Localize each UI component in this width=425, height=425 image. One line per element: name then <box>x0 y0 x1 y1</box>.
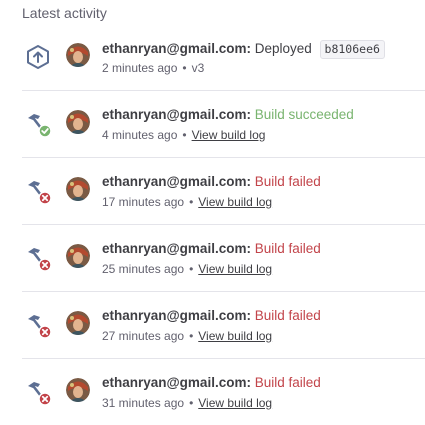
build-status: Build failed <box>254 308 321 323</box>
separator-dot: • <box>189 195 194 209</box>
build-status: Build failed <box>254 241 321 256</box>
avatar <box>66 43 90 67</box>
user-email: ethanryan@gmail.com: <box>102 308 251 323</box>
user-email: ethanryan@gmail.com: <box>102 174 251 189</box>
view-build-log-link[interactable]: View build log <box>198 262 272 276</box>
view-build-log-link[interactable]: View build log <box>192 128 266 142</box>
separator-dot: • <box>182 128 187 142</box>
activity-item: ethanryan@gmail.com: Build failed 31 min… <box>22 359 425 425</box>
hammer-fail-icon <box>24 311 52 339</box>
separator-dot: • <box>189 396 194 410</box>
build-status: Build succeeded <box>254 107 354 122</box>
activity-panel: Latest activity ethanryan@gmail.com: Dep… <box>0 0 425 414</box>
separator-dot: • <box>189 262 194 276</box>
release-version: v3 <box>191 61 205 75</box>
activity-item: ethanryan@gmail.com: Build succeeded 4 m… <box>22 91 425 158</box>
avatar <box>66 110 90 134</box>
user-email: ethanryan@gmail.com: <box>102 107 251 122</box>
avatar <box>66 177 90 201</box>
hammer-fail-icon <box>24 378 52 406</box>
activity-list: ethanryan@gmail.com: Deployed b8106ee6 2… <box>22 24 425 425</box>
activity-item: ethanryan@gmail.com: Build failed 27 min… <box>22 292 425 359</box>
deploy-icon <box>24 43 52 71</box>
activity-item: ethanryan@gmail.com: Deployed b8106ee6 2… <box>22 24 425 91</box>
avatar <box>66 244 90 268</box>
view-build-log-link[interactable]: View build log <box>198 195 272 209</box>
section-heading: Latest activity <box>22 5 107 21</box>
view-build-log-link[interactable]: View build log <box>198 329 272 343</box>
timestamp: 25 minutes ago <box>102 262 185 276</box>
commit-sha: b8106ee6 <box>319 40 385 59</box>
avatar <box>66 378 90 402</box>
activity-item: ethanryan@gmail.com: Build failed 17 min… <box>22 158 425 225</box>
hammer-check-icon <box>24 110 52 138</box>
separator-dot: • <box>182 61 187 75</box>
build-status: Build failed <box>254 375 321 390</box>
hammer-fail-icon <box>24 177 52 205</box>
user-email: ethanryan@gmail.com: <box>102 41 251 56</box>
timestamp: 31 minutes ago <box>102 396 185 410</box>
activity-item: ethanryan@gmail.com: Build failed 25 min… <box>22 225 425 292</box>
user-email: ethanryan@gmail.com: <box>102 241 251 256</box>
hammer-fail-icon <box>24 244 52 272</box>
timestamp: 2 minutes ago <box>102 61 178 75</box>
timestamp: 27 minutes ago <box>102 329 185 343</box>
separator-dot: • <box>189 329 194 343</box>
timestamp: 4 minutes ago <box>102 128 178 142</box>
view-build-log-link[interactable]: View build log <box>198 396 272 410</box>
activity-message: Deployed <box>254 41 312 56</box>
user-email: ethanryan@gmail.com: <box>102 375 251 390</box>
build-status: Build failed <box>254 174 321 189</box>
avatar <box>66 311 90 335</box>
timestamp: 17 minutes ago <box>102 195 185 209</box>
